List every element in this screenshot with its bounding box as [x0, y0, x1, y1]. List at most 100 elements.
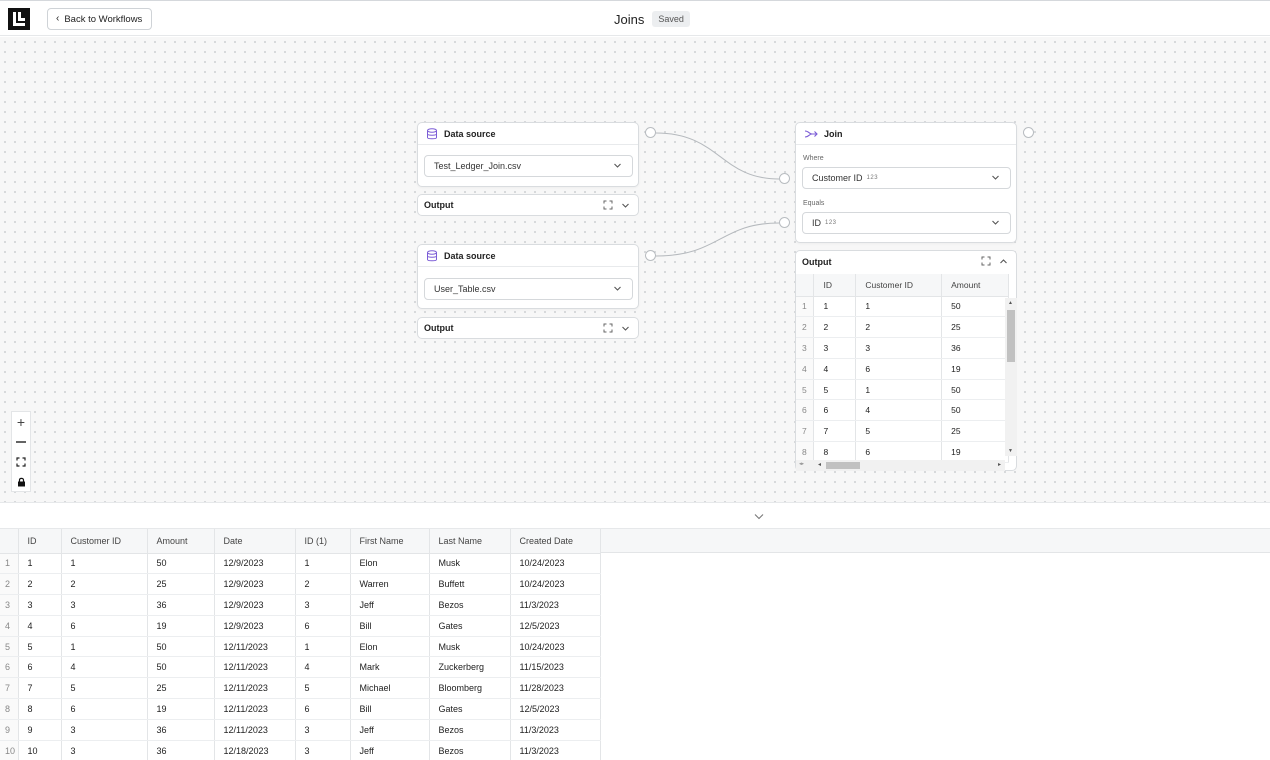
join-node[interactable]: Join Where Customer ID 123 Equals ID 123 — [795, 122, 1017, 243]
column-header[interactable]: ID — [813, 274, 857, 297]
where-column-select[interactable]: Customer ID 123 — [802, 167, 1011, 189]
node-title: Data source — [444, 250, 496, 261]
table-row[interactable]: 5 5 1 50 — [796, 379, 1009, 401]
plus-icon[interactable]: + — [12, 412, 30, 432]
table-row[interactable]: 1 1 1 50 12/9/2023 1 Elon Musk 10/24/2023 — [0, 553, 601, 575]
table-row[interactable]: 10 10 3 36 12/18/2023 3 Jeff Bezos 11/3/2023 — [0, 740, 601, 760]
row-number: 8 — [0, 698, 19, 720]
chevron-down-icon[interactable] — [621, 201, 630, 210]
table-cell: 12/9/2023 — [214, 594, 296, 616]
output-port[interactable] — [1023, 127, 1034, 138]
vertical-scrollbar[interactable]: ▲ ▼ — [1005, 298, 1017, 456]
row-number: 3 — [796, 337, 815, 359]
column-header[interactable]: Amount — [941, 274, 1009, 297]
table-cell: 12/18/2023 — [214, 740, 296, 760]
logo-icon[interactable] — [8, 8, 30, 30]
table-row[interactable]: 2 2 2 25 — [796, 316, 1009, 339]
scroll-arrows-icon: ◂▸ — [799, 461, 805, 467]
table-cell: 1 — [61, 553, 148, 575]
fit-view-icon[interactable] — [12, 452, 30, 472]
row-number: 2 — [796, 316, 815, 339]
table-cell: Musk — [429, 636, 511, 658]
input-port-equals[interactable] — [779, 217, 790, 228]
page-title[interactable]: Joins — [614, 12, 644, 27]
table-cell: 6 — [295, 615, 351, 637]
column-header[interactable]: ID (1) — [295, 529, 351, 554]
table-cell: 1 — [855, 379, 943, 401]
input-port-where[interactable] — [779, 173, 790, 184]
table-row[interactable]: 3 3 3 36 — [796, 337, 1009, 359]
table-cell: Gates — [429, 615, 511, 637]
table-cell: 6 — [295, 698, 351, 720]
scroll-right-icon[interactable]: ▸ — [998, 461, 1001, 468]
table-cell: 10/24/2023 — [510, 573, 601, 596]
table-cell: 25 — [147, 677, 215, 700]
scroll-thumb[interactable] — [826, 462, 860, 469]
row-number: 10 — [0, 740, 19, 760]
horizontal-scrollbar[interactable]: ◂▸ ◂ ▸ — [796, 460, 1005, 471]
table-cell: Buffett — [429, 573, 511, 596]
column-header[interactable]: Last Name — [429, 529, 511, 554]
output-port[interactable] — [645, 127, 656, 138]
table-cell: 12/11/2023 — [214, 636, 296, 658]
file-select[interactable]: User_Table.csv — [424, 278, 633, 300]
back-to-workflows-button[interactable]: ‹ Back to Workflows — [47, 8, 153, 30]
scroll-thumb[interactable] — [1007, 310, 1015, 362]
column-header[interactable]: Customer ID — [855, 274, 943, 297]
column-header[interactable]: Created Date — [510, 529, 601, 554]
table-cell: 5 — [295, 677, 351, 700]
row-number: 6 — [0, 656, 19, 679]
chevron-down-icon[interactable] — [753, 510, 765, 522]
column-header[interactable]: Customer ID — [61, 529, 148, 554]
table-cell: Bezos — [429, 740, 511, 760]
minus-icon[interactable] — [12, 432, 30, 452]
chevron-up-icon[interactable] — [999, 257, 1008, 266]
column-header[interactable]: Amount — [147, 529, 215, 554]
table-cell: 36 — [147, 719, 215, 741]
table-cell: 5 — [813, 379, 857, 401]
file-select[interactable]: Test_Ledger_Join.csv — [424, 155, 633, 177]
lock-icon[interactable] — [12, 472, 30, 492]
equals-column-select[interactable]: ID 123 — [802, 212, 1011, 234]
expand-icon[interactable] — [603, 323, 613, 333]
table-row[interactable]: 8 8 6 19 12/11/2023 6 Bill Gates 12/5/2023 — [0, 698, 601, 720]
table-row[interactable]: 9 9 3 36 12/11/2023 3 Jeff Bezos 11/3/2023 — [0, 719, 601, 741]
database-icon — [427, 249, 437, 261]
column-header[interactable]: ID — [18, 529, 62, 554]
table-row[interactable]: 2 2 2 25 12/9/2023 2 Warren Buffett 10/24/2023 — [0, 573, 601, 596]
chevron-down-icon — [992, 220, 999, 225]
data-source-node-1[interactable]: Data source Test_Ledger_Join.csv — [417, 122, 639, 187]
column-header[interactable]: Date — [214, 529, 296, 554]
expand-icon[interactable] — [981, 256, 991, 266]
table-cell: Bloomberg — [429, 677, 511, 700]
join-output-panel[interactable]: Output ID Customer ID Amount 1 1 1 50 2 2 2 25 3 3 3… — [795, 250, 1017, 471]
output-bar-source2[interactable]: Output — [417, 317, 639, 339]
table-row[interactable]: 5 5 1 50 12/11/2023 1 Elon Musk 10/24/2023 — [0, 636, 601, 658]
data-source-node-2[interactable]: Data source User_Table.csv — [417, 244, 639, 309]
table-cell: Bill — [350, 615, 430, 637]
table-row[interactable]: 1 1 1 50 — [796, 296, 1009, 318]
table-row[interactable]: 4 4 6 19 12/9/2023 6 Bill Gates 12/5/2023 — [0, 615, 601, 637]
column-header[interactable]: First Name — [350, 529, 430, 554]
table-cell: 12/9/2023 — [214, 615, 296, 637]
workflow-canvas[interactable]: Data source Test_Ledger_Join.csv Output … — [0, 37, 1270, 502]
table-row[interactable]: 6 6 4 50 — [796, 399, 1009, 422]
table-cell: 2 — [855, 316, 943, 339]
results-panel-toggle[interactable] — [0, 502, 1270, 529]
row-number: 2 — [0, 573, 19, 596]
row-number: 4 — [796, 358, 815, 380]
scroll-left-icon[interactable]: ◂ — [818, 461, 821, 468]
table-row[interactable]: 3 3 3 36 12/9/2023 3 Jeff Bezos 11/3/2023 — [0, 594, 601, 616]
table-cell: 3 — [295, 719, 351, 741]
table-row[interactable]: 7 7 5 25 — [796, 420, 1009, 443]
table-row[interactable]: 4 4 6 19 — [796, 358, 1009, 380]
table-row[interactable]: 7 7 5 25 12/11/2023 5 Michael Bloomberg 11/28/20… — [0, 677, 601, 700]
output-port[interactable] — [645, 250, 656, 261]
table-cell: 36 — [147, 594, 215, 616]
scroll-up-icon[interactable]: ▲ — [1008, 300, 1013, 306]
scroll-down-icon[interactable]: ▼ — [1008, 448, 1013, 454]
expand-icon[interactable] — [603, 200, 613, 210]
table-row[interactable]: 6 6 4 50 12/11/2023 4 Mark Zuckerberg 11/15/2023 — [0, 656, 601, 679]
chevron-down-icon[interactable] — [621, 324, 630, 333]
output-bar-source1[interactable]: Output — [417, 194, 639, 216]
